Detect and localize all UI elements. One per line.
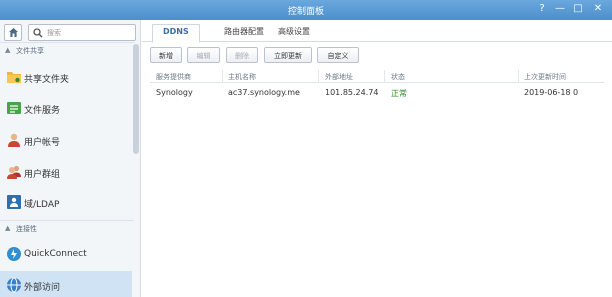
column-divider	[518, 70, 519, 82]
column-divider	[222, 70, 223, 82]
sidebar-item-label: 用户帐号	[24, 138, 61, 148]
search-box[interactable]	[28, 24, 136, 41]
column-header-hostname[interactable]: 主机名称	[228, 72, 256, 82]
group-icon	[7, 165, 21, 179]
add-button[interactable]: 新增	[150, 47, 182, 63]
search-input[interactable]	[47, 27, 132, 39]
minimize-button[interactable]: —	[554, 3, 566, 15]
cell-provider: Synology	[156, 88, 193, 97]
cell-last-update: 2019-06-18 0	[524, 88, 579, 97]
customize-button[interactable]: 自定义	[317, 47, 359, 63]
maximize-button[interactable]: □	[572, 3, 584, 15]
section-label: 文件共享	[16, 47, 44, 55]
tab-bar: DDNS 路由器配置 高级设置	[142, 20, 612, 43]
sidebar-item-shared-folder[interactable]: 共享文件夹	[0, 63, 132, 91]
cell-external-address: 101.85.24.74	[325, 88, 379, 97]
sidebar-item-label: QuickConnect	[24, 249, 87, 259]
sidebar-item-external-access[interactable]: 外部访问	[0, 271, 132, 297]
quickconnect-icon	[7, 247, 21, 261]
sidebar-item-label: 共享文件夹	[24, 75, 70, 85]
sidebar-item-quickconnect[interactable]: QuickConnect	[0, 240, 132, 268]
sidebar-item-user-account[interactable]: 用户帐号	[0, 126, 132, 154]
delete-button[interactable]: 删除	[226, 47, 258, 63]
sidebar-item-user-group[interactable]: 用户群组	[0, 158, 132, 186]
column-divider	[384, 70, 385, 82]
column-header-last-update[interactable]: 上次更新时间	[524, 72, 566, 82]
external-access-icon	[7, 277, 21, 293]
sidebar-scrollbar[interactable]	[133, 44, 139, 154]
tab-ddns[interactable]: DDNS	[152, 24, 200, 43]
section-file-sharing[interactable]: ▲ 文件共享	[0, 42, 134, 58]
main-panel: DDNS 路由器配置 高级设置 新增 编辑 删除 立即更新 自定义 服务提供商 …	[142, 20, 612, 297]
sidebar-item-domain-ldap[interactable]: 域/LDAP	[0, 188, 132, 216]
help-button[interactable]: ?	[536, 3, 548, 15]
section-connectivity[interactable]: ▲ 连接性	[0, 220, 134, 236]
cell-hostname: ac37.synology.me	[228, 88, 300, 97]
chevron-up-icon: ▲	[5, 224, 11, 232]
table-row[interactable]: Synology ac37.synology.me 101.85.24.74 正…	[150, 85, 604, 101]
section-label: 连接性	[16, 225, 37, 233]
sidebar-item-file-services[interactable]: 文件服务	[0, 94, 132, 122]
column-divider	[318, 70, 319, 82]
home-icon	[9, 28, 18, 37]
shared-folder-icon	[7, 72, 21, 83]
sidebar: ▲ 文件共享 共享文件夹 文件服务 用户帐号 用户群组	[0, 20, 141, 297]
window-titlebar: 控制面板 ? — □ ✕	[0, 0, 612, 20]
close-button[interactable]: ✕	[592, 3, 604, 15]
sidebar-item-label: 文件服务	[24, 106, 61, 116]
sidebar-item-label: 域/LDAP	[24, 200, 60, 210]
cell-status: 正常	[391, 89, 407, 98]
column-header-status[interactable]: 状态	[391, 72, 405, 82]
file-services-icon	[7, 102, 21, 114]
column-header-provider[interactable]: 服务提供商	[156, 72, 191, 82]
update-now-button[interactable]: 立即更新	[264, 47, 312, 63]
chevron-up-icon: ▲	[5, 46, 11, 54]
window-title: 控制面板	[287, 7, 324, 17]
toolbar: 新增 编辑 删除 立即更新 自定义	[142, 44, 612, 64]
domain-ldap-icon	[7, 195, 21, 209]
user-icon	[8, 133, 20, 147]
column-header-external-address[interactable]: 外部地址	[325, 72, 353, 82]
edit-button[interactable]: 编辑	[187, 47, 220, 63]
tab-advanced-settings[interactable]: 高级设置	[268, 24, 320, 42]
search-icon	[33, 28, 43, 38]
home-button[interactable]	[4, 24, 22, 41]
table-header: 服务提供商 主机名称 外部地址 状态 上次更新时间	[150, 69, 604, 83]
sidebar-top-bar	[4, 24, 136, 42]
sidebar-item-label: 外部访问	[24, 283, 61, 293]
sidebar-item-label: 用户群组	[24, 170, 61, 180]
tab-router-config[interactable]: 路由器配置	[214, 24, 274, 42]
